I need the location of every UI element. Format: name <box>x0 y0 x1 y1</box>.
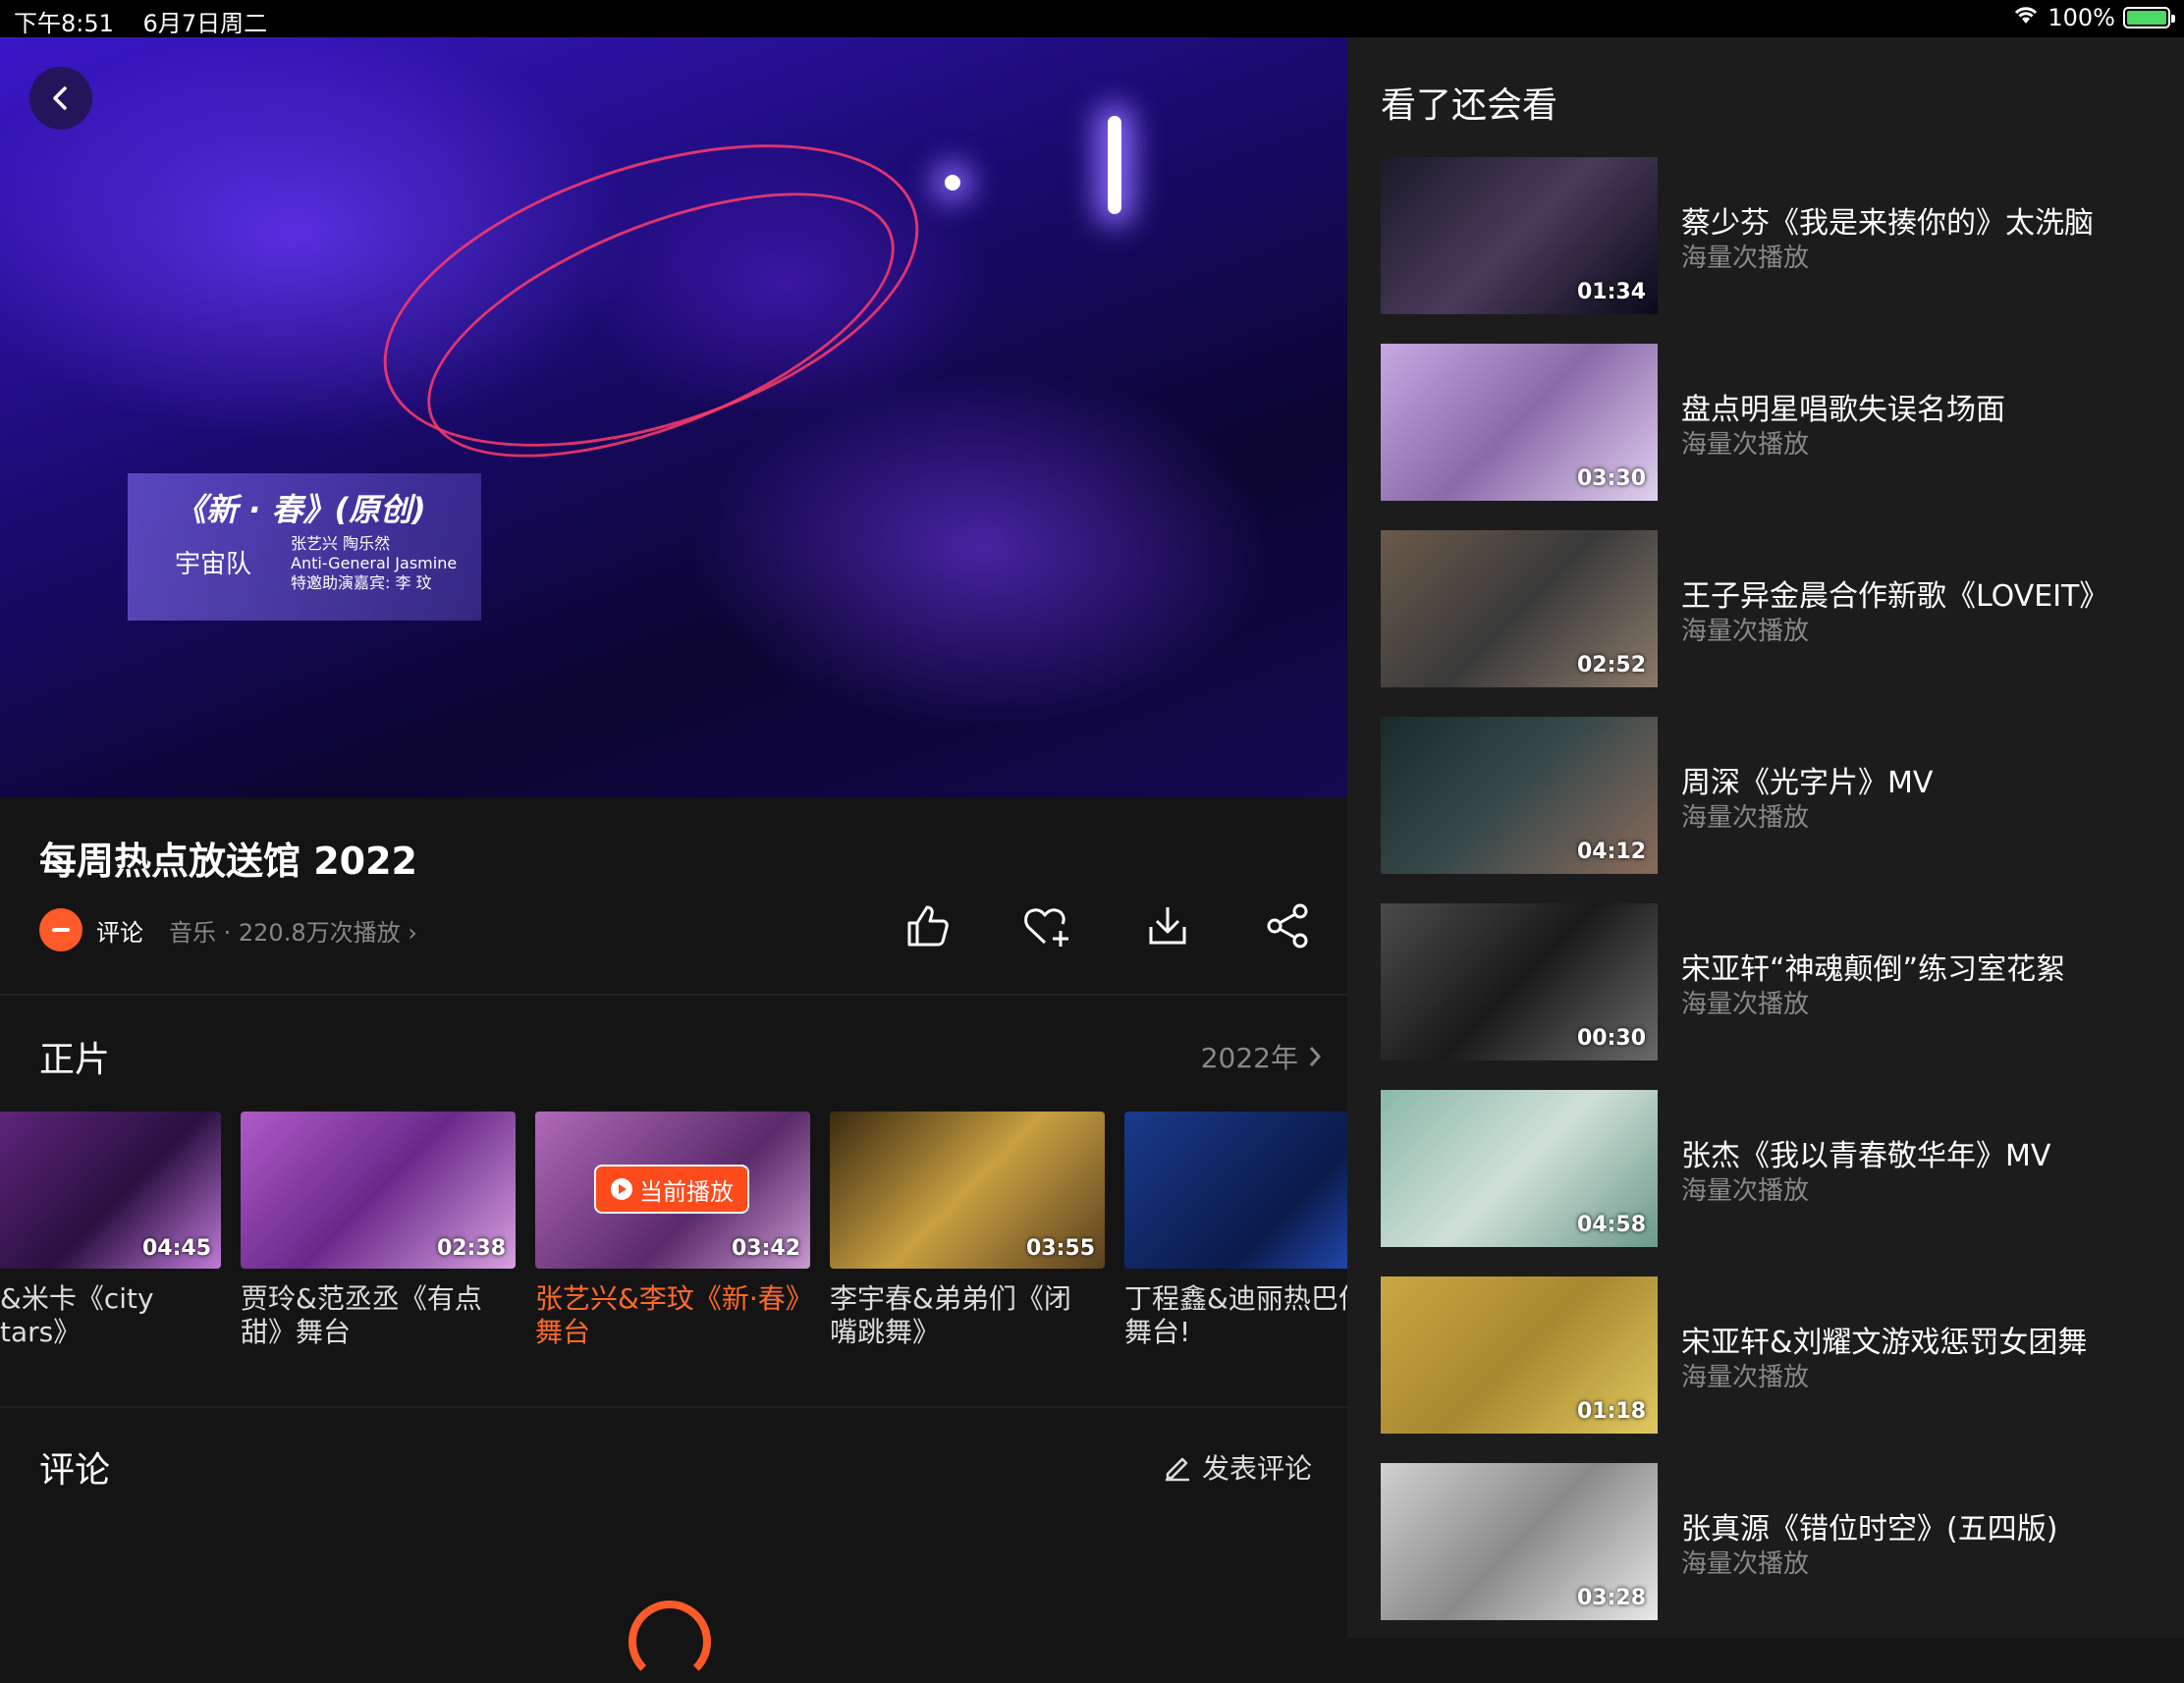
back-button[interactable] <box>29 67 92 130</box>
play-circle-icon <box>611 1178 632 1200</box>
recommendation-duration: 03:30 <box>1576 466 1646 491</box>
episode-title: 李宇春&弟弟们《闭嘴跳舞》 <box>830 1282 1071 1348</box>
recommendation-views: 海量次播放 <box>1681 803 1810 833</box>
recommendation-views: 海量次播放 <box>1681 1176 1810 1206</box>
post-comment-button[interactable]: 发表评论 <box>1163 1447 1312 1487</box>
recommendation-title: 蔡少芬《我是来揍你的》太洗脑 <box>1681 206 2094 241</box>
divider <box>0 994 1347 996</box>
recommendation-title: 王子异金晨合作新歌《LOVEIT》 <box>1681 579 2109 614</box>
recommendation-duration: 01:34 <box>1576 280 1646 304</box>
episode-card[interactable]: 0 丁程鑫&迪丽热巴作舞台! <box>1124 1112 1347 1349</box>
episode-card[interactable]: 03:55 李宇春&弟弟们《闭嘴跳舞》 <box>830 1112 1105 1349</box>
battery-percent: 100% <box>2048 4 2115 31</box>
recommendation-item[interactable]: 03:30 盘点明星唱歌失误名场面 海量次播放 <box>1381 344 2166 501</box>
recommendation-duration: 00:30 <box>1576 1026 1646 1051</box>
like-button[interactable] <box>901 899 955 952</box>
caption-song: 《新 · 春》(原创) <box>175 491 426 528</box>
year-selector[interactable]: 2022年 <box>1201 1037 1322 1076</box>
episode-title: 张艺兴&李玟《新·春》舞台 <box>535 1282 799 1348</box>
divider <box>0 1406 1347 1408</box>
now-playing-badge: 当前播放 <box>594 1165 749 1214</box>
recommendation-views: 海量次播放 <box>1681 617 1810 646</box>
wifi-icon <box>2012 4 2040 31</box>
episode-card[interactable]: 04:45 &米卡《city tars》 <box>0 1112 221 1349</box>
recommendation-item[interactable]: 01:34 蔡少芬《我是来揍你的》太洗脑 海量次播放 <box>1381 157 2166 314</box>
chevron-right-icon <box>1309 1047 1322 1066</box>
year-label: 2022年 <box>1200 1042 1298 1074</box>
stage-light <box>1108 116 1121 214</box>
heart-add-icon <box>1024 908 1068 947</box>
recommendation-title: 张真源《错位时空》(五四版) <box>1681 1512 2058 1547</box>
share-button[interactable] <box>1261 899 1314 952</box>
episode-title: &米卡《city tars》 <box>0 1282 154 1348</box>
battery-icon <box>2123 7 2175 28</box>
recommendation-views: 海量次播放 <box>1681 1549 1810 1579</box>
channel-logo-icon[interactable] <box>39 908 82 951</box>
comments-heading: 评论 <box>39 1450 111 1491</box>
recommendation-item[interactable]: 00:30 宋亚轩“神魂颠倒”练习室花絮 海量次播放 <box>1381 903 2166 1060</box>
status-time: 下午8:51 <box>14 10 114 37</box>
episode-card-current[interactable]: 当前播放 03:42 张艺兴&李玟《新·春》舞台 <box>535 1112 810 1349</box>
download-button[interactable] <box>1141 899 1194 952</box>
recommendation-item[interactable]: 04:12 周深《光字片》MV 海量次播放 <box>1381 717 2166 874</box>
recommendation-views: 海量次播放 <box>1681 430 1810 460</box>
episode-card[interactable]: 02:38 贾玲&范丞丞《有点甜》舞台 <box>241 1112 516 1349</box>
recommendation-title: 宋亚轩&刘耀文游戏惩罚女团舞 <box>1681 1326 2088 1360</box>
recommendation-title: 周深《光字片》MV <box>1681 766 1934 800</box>
channel-comment-label[interactable]: 评论 <box>96 913 143 948</box>
episode-duration: 02:38 <box>436 1236 506 1261</box>
recommendation-duration: 04:58 <box>1576 1213 1646 1237</box>
recommendation-item[interactable]: 01:18 宋亚轩&刘耀文游戏惩罚女团舞 海量次播放 <box>1381 1276 2166 1434</box>
video-meta-row: 评论 音乐 · 220.8万次播放 › <box>39 905 417 954</box>
recommendation-views: 海量次播放 <box>1681 244 1810 273</box>
recommendation-views: 海量次播放 <box>1681 990 1810 1019</box>
favorite-button[interactable] <box>1021 899 1074 952</box>
recommendation-sidebar: 看了还会看 01:34 蔡少芬《我是来揍你的》太洗脑 海量次播放 03:30 盘… <box>1347 37 2184 1638</box>
video-player[interactable]: 《新 · 春》(原创) 宇宙队 张艺兴 陶乐然 Anti-General Jas… <box>0 37 1347 797</box>
recommendation-item[interactable]: 02:52 王子异金晨合作新歌《LOVEIT》 海量次播放 <box>1381 530 2166 687</box>
recommendation-duration: 01:18 <box>1576 1399 1646 1424</box>
recommendation-item[interactable]: 03:28 张真源《错位时空》(五四版) 海量次播放 <box>1381 1463 2166 1620</box>
recommendation-item[interactable]: 04:58 张杰《我以青春敬华年》MV 海量次播放 <box>1381 1090 2166 1247</box>
episodes-heading: 正片 <box>39 1040 111 1080</box>
episode-duration: 03:55 <box>1025 1236 1095 1261</box>
episode-duration: 03:42 <box>731 1236 800 1261</box>
action-bar <box>901 899 1314 952</box>
recommendation-title: 张杰《我以青春敬华年》MV <box>1681 1139 2051 1173</box>
share-icon <box>1267 903 1308 949</box>
status-bar: 下午8:51 6月7日周二 100% <box>0 0 2184 37</box>
stage-light <box>945 175 960 190</box>
thumbs-up-icon <box>907 905 949 947</box>
episode-title: 丁程鑫&迪丽热巴作舞台! <box>1124 1282 1347 1348</box>
episode-duration: 04:45 <box>141 1236 211 1261</box>
loading-spinner-icon <box>628 1601 711 1683</box>
recommendation-duration: 03:28 <box>1576 1586 1646 1610</box>
video-meta[interactable]: 音乐 · 220.8万次播放 › <box>169 913 417 948</box>
download-icon <box>1149 907 1186 945</box>
sidebar-heading: 看了还会看 <box>1381 85 1558 126</box>
recommendation-title: 盘点明星唱歌失误名场面 <box>1681 393 2005 427</box>
recommendation-views: 海量次播放 <box>1681 1363 1810 1392</box>
recommendation-duration: 04:12 <box>1576 840 1646 864</box>
recommendation-duration: 02:52 <box>1576 653 1646 678</box>
video-title: 每周热点放送馆 2022 <box>39 840 417 883</box>
caption-band: 宇宙队 <box>175 550 252 579</box>
episode-title: 贾玲&范丞丞《有点甜》舞台 <box>241 1282 482 1348</box>
status-date: 6月7日周二 <box>142 10 268 37</box>
episode-list: 04:45 &米卡《city tars》 02:38 贾玲&范丞丞《有点甜》舞台… <box>0 1112 1347 1367</box>
pencil-icon <box>1165 1457 1189 1482</box>
song-caption: 《新 · 春》(原创) 宇宙队 张艺兴 陶乐然 Anti-General Jas… <box>128 473 481 621</box>
chevron-left-icon <box>53 86 67 110</box>
recommendation-title: 宋亚轩“神魂颠倒”练习室花絮 <box>1681 952 2066 987</box>
caption-credits: 张艺兴 陶乐然 Anti-General Jasmine 特邀助演嘉宾: 李 玟 <box>291 534 458 592</box>
